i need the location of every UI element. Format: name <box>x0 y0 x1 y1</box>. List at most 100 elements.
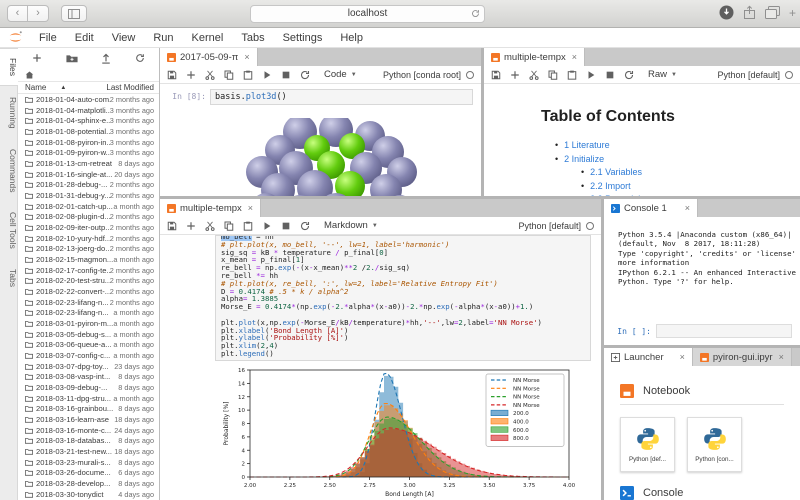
refresh-icon[interactable] <box>300 70 310 80</box>
tab-console-1[interactable]: Console 1 × <box>604 199 698 217</box>
stop-icon[interactable] <box>605 70 615 80</box>
file-row[interactable]: 2018-02-20-test-stru...2 months ago <box>18 275 159 286</box>
file-row[interactable]: 2018-01-16-single-at...20 days ago <box>18 169 159 180</box>
tabs-overview-icon[interactable] <box>765 6 780 19</box>
file-row[interactable]: 2018-03-07-config-c...a month ago <box>18 350 159 361</box>
file-row[interactable]: 2018-03-28-develop...8 days ago <box>18 478 159 489</box>
file-row[interactable]: 2018-01-08-pyiron-in...3 months ago <box>18 137 159 148</box>
menu-view[interactable]: View <box>103 32 145 44</box>
file-row[interactable]: 2018-02-01-catch-up...a month ago <box>18 201 159 212</box>
cut-icon[interactable] <box>529 70 539 80</box>
close-icon[interactable]: × <box>685 203 690 213</box>
code-cell[interactable]: basis.plot3d() <box>210 89 473 105</box>
file-row[interactable]: 2018-03-16-grainbou...8 days ago <box>18 403 159 414</box>
paste-icon[interactable] <box>567 70 577 80</box>
sidebar-tab-tabs[interactable]: Tabs <box>0 260 18 296</box>
refresh-icon[interactable] <box>300 221 310 231</box>
file-row[interactable]: 2018-03-30-tonydict4 days ago <box>18 489 159 500</box>
tab-launcher[interactable]: Launcher × <box>604 348 693 366</box>
file-row[interactable]: 2018-01-13-cm-retreat8 days ago <box>18 158 159 169</box>
close-icon[interactable]: × <box>248 203 253 213</box>
file-row[interactable]: 2018-02-22-convert-...2 months ago <box>18 286 159 297</box>
kernel-status-icon[interactable] <box>785 71 793 79</box>
file-row[interactable]: 2018-03-21-test-new...18 days ago <box>18 446 159 457</box>
toc-link[interactable]: 2.2 Import <box>581 180 800 194</box>
file-row[interactable]: 2018-03-16-monte-c...24 days ago <box>18 425 159 436</box>
file-row[interactable]: 2018-02-23-lifang-n...a month ago <box>18 307 159 318</box>
sidebar-tab-files[interactable]: Files <box>0 48 18 86</box>
kernel-status-icon[interactable] <box>586 222 594 230</box>
file-row[interactable]: 2018-03-23-murali-s...8 days ago <box>18 457 159 468</box>
run-icon[interactable] <box>262 221 272 231</box>
menu-tabs[interactable]: Tabs <box>232 32 273 44</box>
tab-pyiron-gui[interactable]: pyiron-gui.ipyr × <box>693 348 792 366</box>
molecule-3d-output[interactable] <box>228 118 440 196</box>
file-row[interactable]: 2018-01-09-pyiron-w...3 months ago <box>18 147 159 158</box>
tab-2017-05-09[interactable]: 2017-05-09-π × <box>160 48 258 66</box>
file-row[interactable]: 2018-02-10-yury-hdf...2 months ago <box>18 233 159 244</box>
downloads-icon[interactable] <box>719 5 734 20</box>
kernel-status-icon[interactable] <box>466 71 474 79</box>
home-icon[interactable] <box>25 71 34 79</box>
file-row[interactable]: 2018-03-01-pyiron-m...a month ago <box>18 318 159 329</box>
toc-link[interactable]: 2.1 Variables <box>581 166 800 180</box>
run-icon[interactable] <box>586 70 596 80</box>
file-row[interactable]: 2018-03-26-docume...6 days ago <box>18 468 159 479</box>
file-row[interactable]: 2018-03-18-databas...8 days ago <box>18 436 159 447</box>
save-icon[interactable] <box>167 70 177 80</box>
toc-link[interactable]: 2 Initialize <box>555 153 800 167</box>
browser-url-field[interactable]: localhost <box>250 5 485 23</box>
paste-icon[interactable] <box>243 221 253 231</box>
file-row[interactable]: 2018-03-11-dpg-stru...a month ago <box>18 393 159 404</box>
menu-edit[interactable]: Edit <box>66 32 103 44</box>
sidebar-tab-running[interactable]: Running <box>0 88 18 138</box>
file-row[interactable]: 2018-02-13-joerg-do...2 months ago <box>18 243 159 254</box>
add-cell-icon[interactable] <box>510 70 520 80</box>
file-row[interactable]: 2018-02-23-lifang-n...2 months ago <box>18 297 159 308</box>
copy-icon[interactable] <box>548 70 558 80</box>
file-row[interactable]: 2018-01-04-auto-com...2 months ago <box>18 94 159 105</box>
save-icon[interactable] <box>491 70 501 80</box>
column-name[interactable]: Name <box>18 83 46 92</box>
file-row[interactable]: 2018-01-04-matplotli...3 months ago <box>18 105 159 116</box>
sidebar-tab-commands[interactable]: Commands <box>0 140 18 201</box>
menu-file[interactable]: File <box>30 32 66 44</box>
toc-link[interactable]: 1 Literature <box>555 139 800 153</box>
reload-icon[interactable] <box>471 8 480 24</box>
cell-type-dropdown[interactable]: Markdown▼ <box>324 220 378 231</box>
menu-help[interactable]: Help <box>331 32 372 44</box>
stop-icon[interactable] <box>281 221 291 231</box>
file-row[interactable]: 2018-01-04-sphinx-e...3 months ago <box>18 115 159 126</box>
file-row[interactable]: 2018-02-08-plugin-d...2 months ago <box>18 211 159 222</box>
file-row[interactable]: 2018-03-07-dpg-toy...23 days ago <box>18 361 159 372</box>
browser-back-button[interactable]: ‹ <box>7 5 28 22</box>
cut-icon[interactable] <box>205 221 215 231</box>
file-row[interactable]: 2018-03-09-debug-...8 days ago <box>18 382 159 393</box>
file-row[interactable]: 2018-01-08-potential...3 months ago <box>18 126 159 137</box>
file-row[interactable]: 2018-02-15-magmon...a month ago <box>18 254 159 265</box>
file-row[interactable]: 2018-03-16-learn-ase18 days ago <box>18 414 159 425</box>
save-icon[interactable] <box>167 221 177 231</box>
file-row[interactable]: 2018-03-06-queue-a...a month ago <box>18 339 159 350</box>
file-row[interactable]: 2018-03-08-vasp-int...8 days ago <box>18 371 159 382</box>
run-icon[interactable] <box>262 70 272 80</box>
tab-multiple-tempx-bottom[interactable]: multiple-tempx × <box>160 199 261 217</box>
refresh-icon[interactable] <box>135 53 145 63</box>
file-row[interactable]: 2018-02-09-iter-outp...2 months ago <box>18 222 159 233</box>
paste-icon[interactable] <box>243 70 253 80</box>
close-icon[interactable]: × <box>244 52 249 62</box>
toc-link[interactable]: 2.3 Potentials <box>581 193 800 196</box>
tab-multiple-tempx-top[interactable]: multiple-tempx × <box>484 48 585 66</box>
stop-icon[interactable] <box>281 70 291 80</box>
cut-icon[interactable] <box>205 70 215 80</box>
new-tab-button[interactable]: + <box>789 6 796 20</box>
file-row[interactable]: 2018-01-28-debug-...2 months ago <box>18 179 159 190</box>
close-icon[interactable]: × <box>680 352 685 362</box>
column-last-modified[interactable]: Last Modified <box>106 83 159 92</box>
console-input-field[interactable] <box>656 324 792 338</box>
share-icon[interactable] <box>743 5 756 20</box>
menu-settings[interactable]: Settings <box>274 32 332 44</box>
copy-icon[interactable] <box>224 70 234 80</box>
file-row[interactable]: 2018-01-31-debug-y...2 months ago <box>18 190 159 201</box>
browser-sidebar-button[interactable] <box>61 5 87 22</box>
